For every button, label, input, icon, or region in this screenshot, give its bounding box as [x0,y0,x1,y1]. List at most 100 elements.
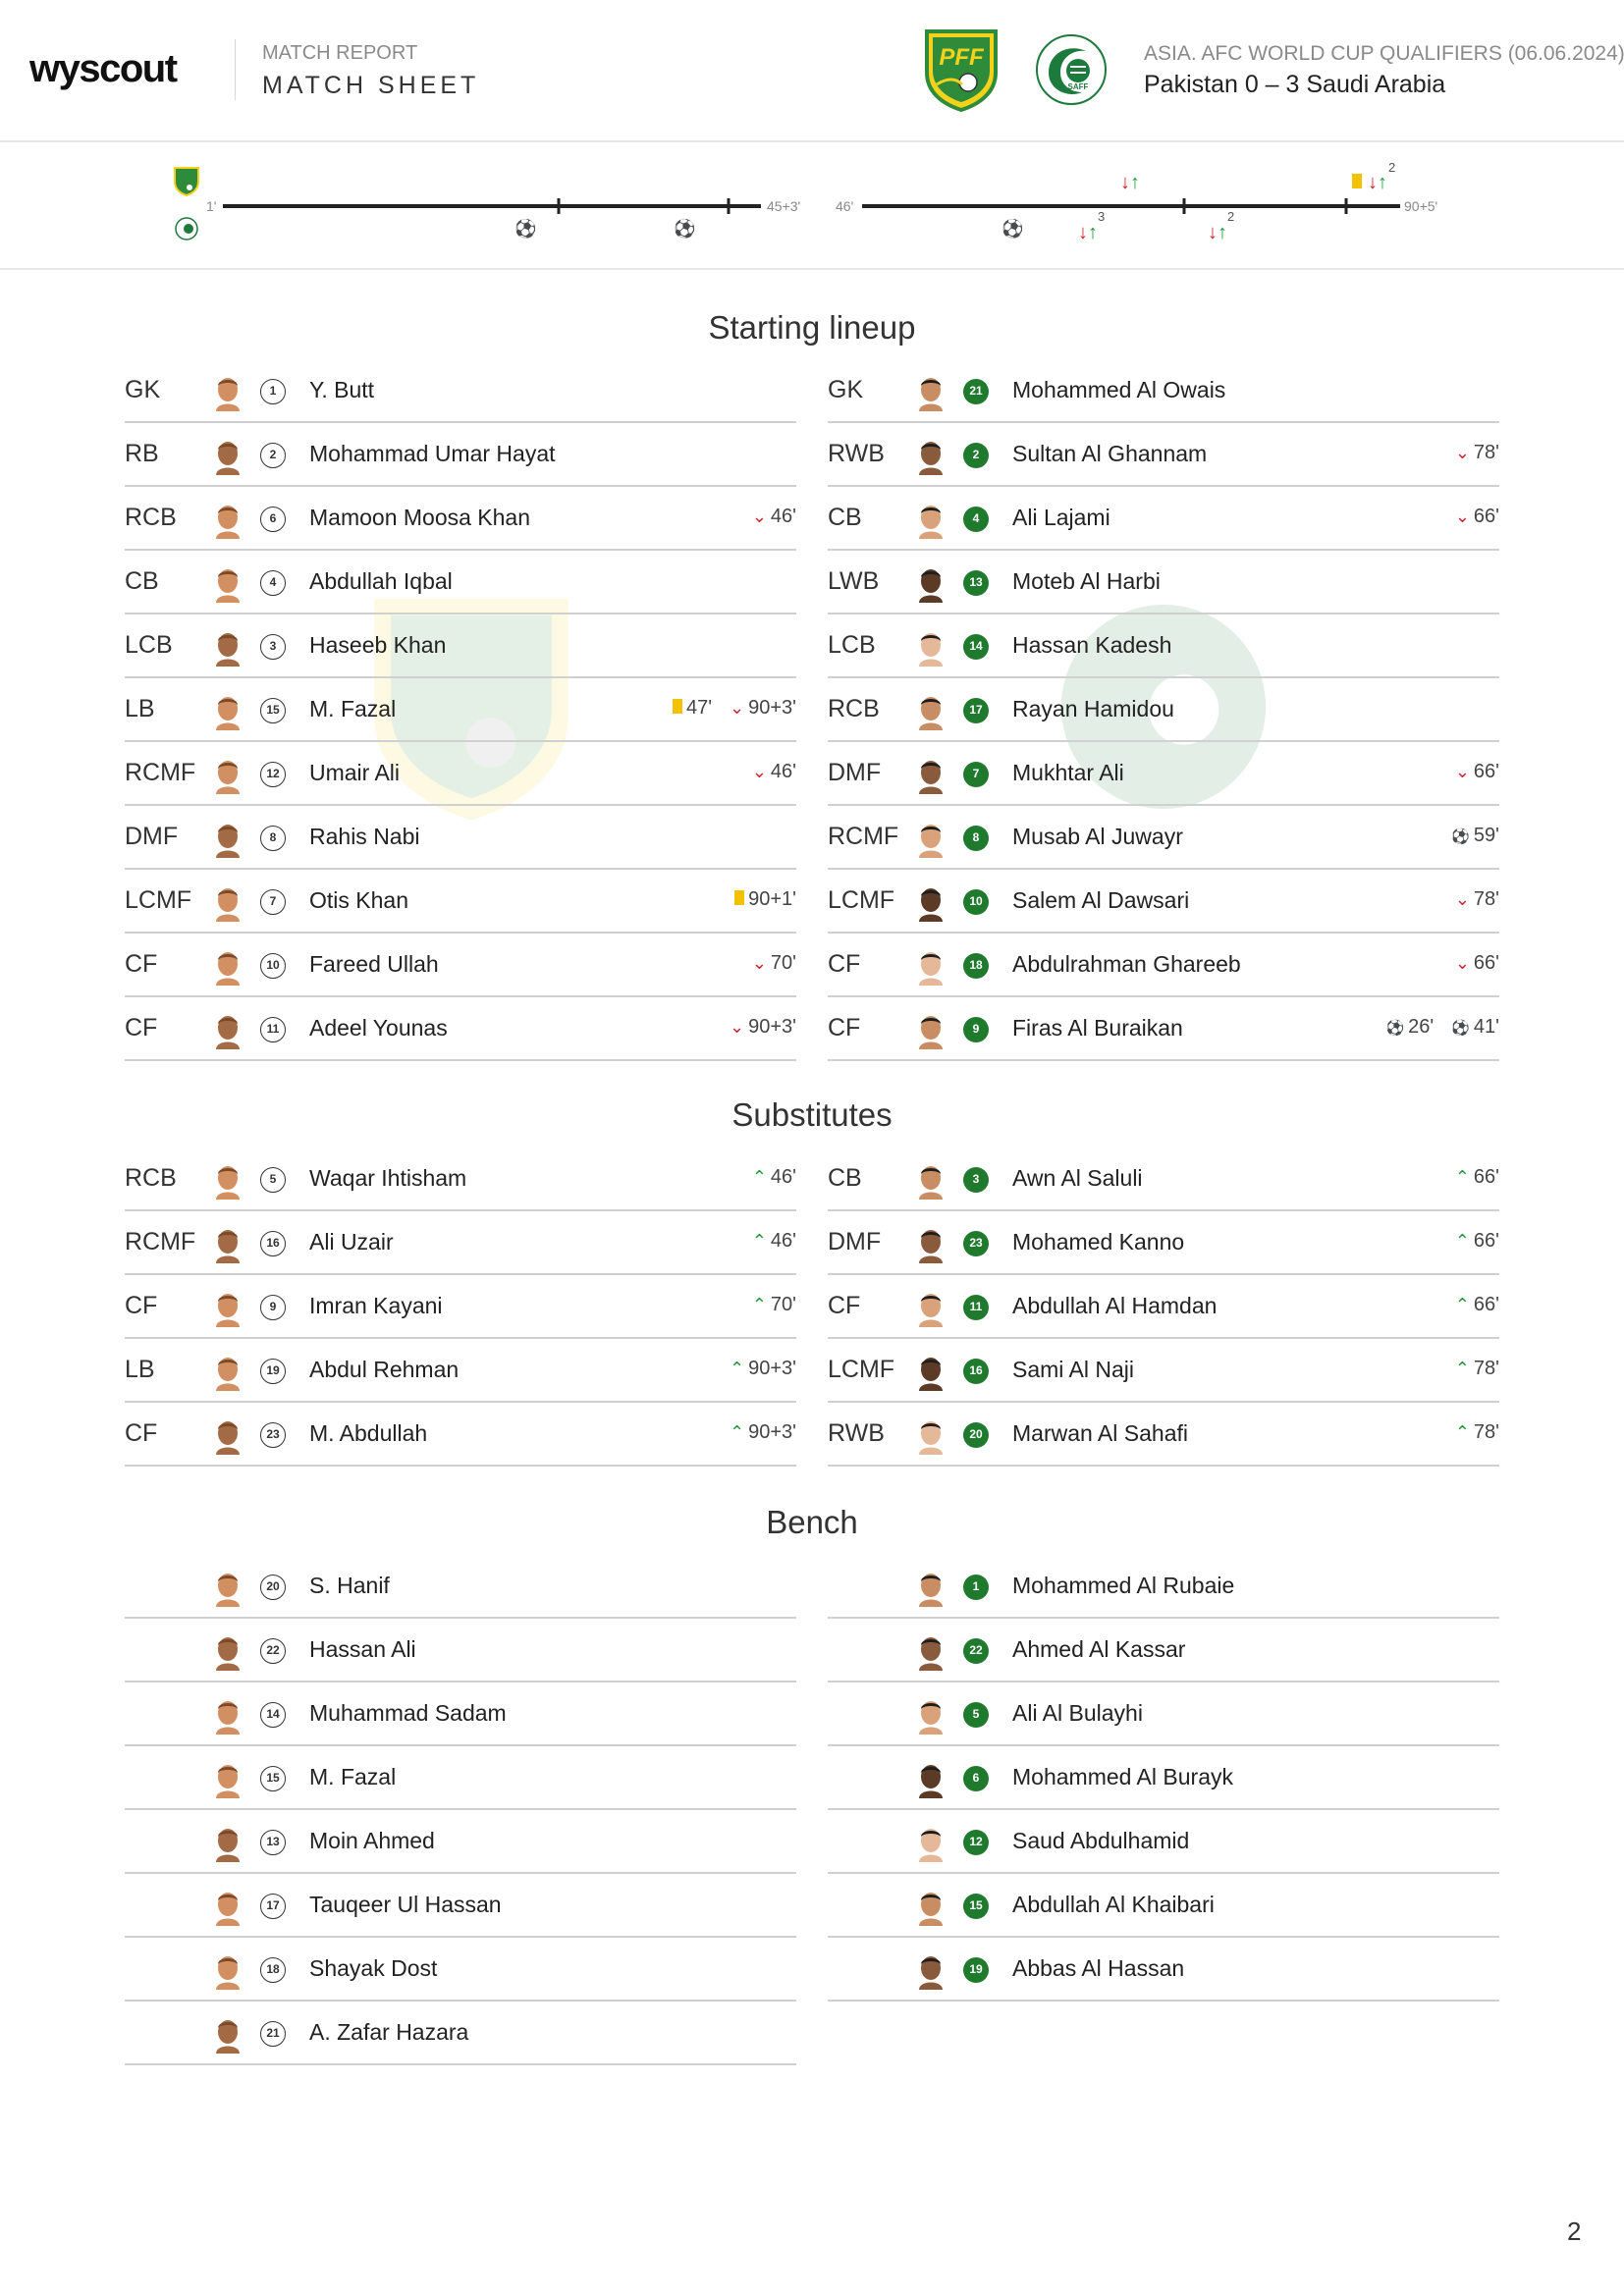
timeline-substitution-icon: ↓ ↑ 2 [1208,209,1234,243]
player-name[interactable]: Musab Al Juwayr [1012,824,1183,850]
player-row: LCMF 10 Salem Al Dawsari ⌄ 78' [828,870,1499,934]
player-name[interactable]: Sultan Al Ghannam [1012,441,1207,467]
player-name[interactable]: Rayan Hamidou [1012,696,1174,722]
player-name[interactable]: Abdullah Iqbal [309,568,453,595]
event-time: 66' [1473,506,1499,527]
player-name[interactable]: Awn Al Saluli [1012,1165,1143,1192]
player-name[interactable]: M. Fazal [309,696,396,722]
event-time: 90+3' [748,697,796,719]
player-name[interactable]: Ali Al Bulayhi [1012,1700,1143,1727]
svg-text:↓: ↓ [1368,172,1378,193]
player-avatar-icon [914,1952,947,1990]
player-row: 12 Saud Abdulhamid [828,1810,1499,1874]
player-row: RCB 17 Rayan Hamidou [828,678,1499,742]
sub-in-icon: ⌃ [1454,1167,1470,1187]
sub-out-icon: ⌄ [1454,953,1470,973]
player-name[interactable]: Moin Ahmed [309,1828,435,1854]
player-avatar-icon [211,565,244,603]
player-name[interactable]: Otis Khan [309,887,408,914]
player-name[interactable]: Imran Kayani [309,1293,443,1319]
player-avatar-icon [211,821,244,858]
player-number-badge: 13 [963,570,989,596]
player-row: 15 M. Fazal [125,1746,796,1810]
bench-title: Bench [766,1504,858,1540]
first-half-start-label: 1' [206,198,216,214]
player-events: 90+1' [734,888,796,911]
event-time: 78' [1473,442,1499,463]
player-name[interactable]: Y. Butt [309,377,374,403]
player-name[interactable]: Haseeb Khan [309,632,446,659]
player-name[interactable]: Mohammed Al Owais [1012,377,1225,403]
player-name[interactable]: Hassan Ali [309,1636,416,1663]
player-number-badge: 17 [963,698,989,723]
timeline-goal-icon: ⚽ [1001,218,1023,239]
player-position: RCB [828,695,880,722]
player-name[interactable]: Firas Al Buraikan [1012,1015,1183,1041]
player-name[interactable]: Mohammad Umar Hayat [309,441,556,467]
player-number-badge: 6 [963,1766,989,1791]
player-name[interactable]: Shayak Dost [309,1955,437,1982]
player-name[interactable]: M. Fazal [309,1764,396,1790]
player-position: CF [828,1014,861,1041]
player-avatar-icon [914,1012,947,1049]
player-number-badge: 15 [260,1766,286,1791]
player-name[interactable]: Mohammed Al Rubaie [1012,1573,1234,1599]
player-avatar-icon [211,438,244,475]
player-name[interactable]: Fareed Ullah [309,951,439,978]
player-avatar-icon [211,374,244,411]
player-name[interactable]: Abbas Al Hassan [1012,1955,1184,1982]
player-number-badge: 2 [963,443,989,468]
player-number-badge: 6 [260,507,286,532]
player-name[interactable]: Muhammad Sadam [309,1700,507,1727]
player-row: GK 1 Y. Butt [125,359,796,423]
player-name[interactable]: Waqar Ihtisham [309,1165,466,1192]
player-name[interactable]: Ali Uzair [309,1229,394,1255]
player-row: DMF 23 Mohamed Kanno ⌃ 66' [828,1211,1499,1275]
player-name[interactable]: Salem Al Dawsari [1012,887,1189,914]
player-position: DMF [828,1228,882,1255]
saff-crest-text: SAFF [1068,82,1089,91]
player-name[interactable]: Ahmed Al Kassar [1012,1636,1185,1663]
player-position: RCMF [125,1228,196,1255]
player-event: ⌄ 78' [1455,442,1499,464]
player-name[interactable]: Hassan Kadesh [1012,632,1171,659]
player-name[interactable]: Mohamed Kanno [1012,1229,1184,1255]
player-name[interactable]: Rahis Nabi [309,824,420,850]
player-events: ⌃ 78' [1455,1358,1499,1380]
player-name[interactable]: Abdullah Al Hamdan [1012,1293,1217,1319]
player-name[interactable]: Mohammed Al Burayk [1012,1764,1233,1790]
player-name[interactable]: Saud Abdulhamid [1012,1828,1189,1854]
player-name[interactable]: A. Zafar Hazara [309,2019,468,2046]
player-event: ⌄ 46' [752,761,796,783]
timeline-away-crest-icon [175,217,198,240]
sub-out-icon: ⌄ [751,762,767,781]
player-row: CF 10 Fareed Ullah ⌄ 70' [125,934,796,997]
player-name[interactable]: Mamoon Moosa Khan [309,505,530,531]
player-name[interactable]: M. Abdullah [309,1420,427,1447]
sub-in-icon: ⌃ [1454,1359,1470,1378]
player-name[interactable]: Mukhtar Ali [1012,760,1124,786]
player-name[interactable]: Abdullah Al Khaibari [1012,1892,1215,1918]
player-name[interactable]: Ali Lajami [1012,505,1110,531]
player-position: LCMF [828,1356,895,1383]
player-name[interactable]: Tauqeer Ul Hassan [309,1892,502,1918]
pff-crest-text: PFF [939,44,985,71]
player-name[interactable]: Adeel Younas [309,1015,448,1041]
player-name[interactable]: Abdul Rehman [309,1357,459,1383]
home-substitutes-list: RCB 5 Waqar Ihtisham ⌃ 46' RCMF 16 Ali Uzair ⌃ 46… [125,1148,796,1467]
away-substitutes-list: CB 3 Awn Al Saluli ⌃ 66' DMF 23 Mohamed Kanno ⌃ 6… [828,1148,1499,1467]
player-name[interactable]: Moteb Al Harbi [1012,568,1161,595]
second-half-end-label: 90+5' [1404,198,1437,214]
player-name[interactable]: S. Hanif [309,1573,390,1599]
player-avatar-icon [211,1825,244,1862]
player-name[interactable]: Sami Al Naji [1012,1357,1134,1383]
event-time: 47' [685,697,713,719]
player-events: ⌃ 90+3' [730,1421,796,1444]
player-events: ⌃ 66' [1455,1230,1499,1253]
player-number-badge: 17 [260,1894,286,1919]
player-avatar-icon [914,1570,947,1607]
player-position: LCMF [125,886,192,914]
player-name[interactable]: Abdulrahman Ghareeb [1012,951,1241,978]
player-name[interactable]: Umair Ali [309,760,400,786]
player-name[interactable]: Marwan Al Sahafi [1012,1420,1188,1447]
